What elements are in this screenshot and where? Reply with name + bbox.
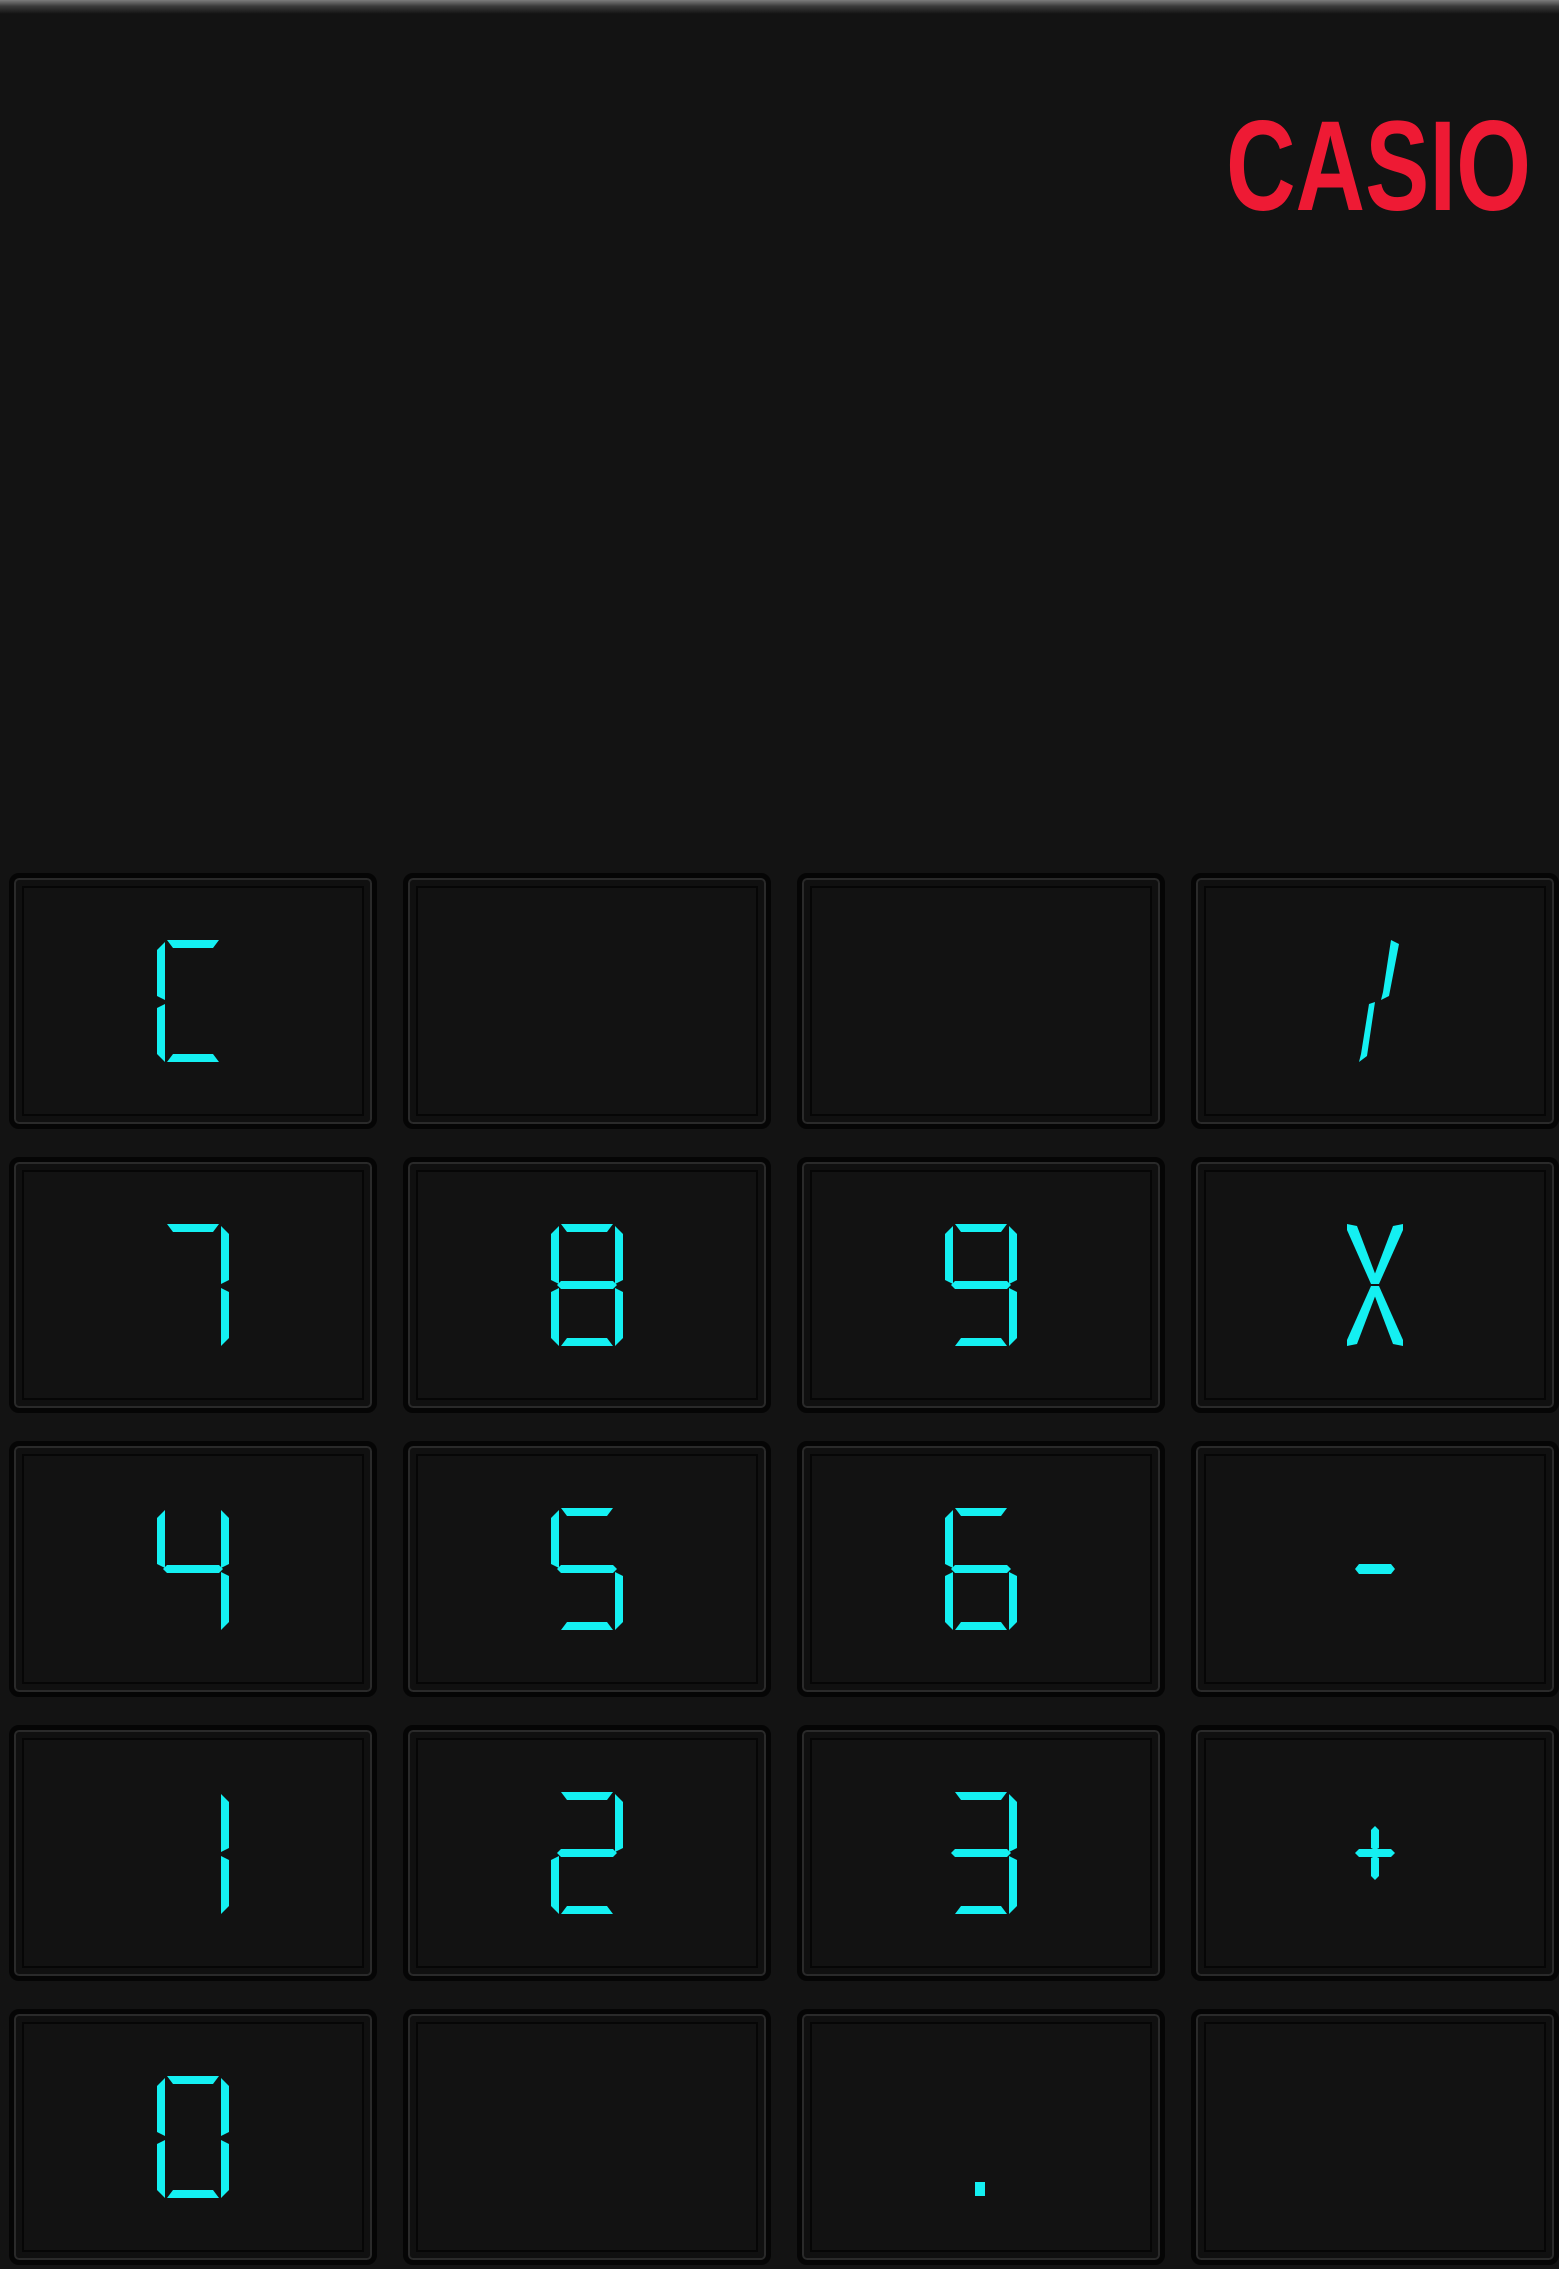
digit-2-button[interactable]: 2	[403, 1725, 771, 1981]
digit-7-button[interactable]: 7	[9, 1157, 377, 1413]
key-glyph	[941, 936, 1021, 1066]
key-label	[802, 878, 803, 879]
key-label: .	[802, 2014, 803, 2015]
divide-button[interactable]: /	[1191, 873, 1559, 1129]
digit-4-button[interactable]: 4	[9, 1441, 377, 1697]
key-label: /	[1196, 878, 1197, 879]
key-glyph	[153, 1504, 233, 1634]
digit-0-button[interactable]: 0	[9, 2009, 377, 2265]
key-label: 1	[14, 1730, 15, 1731]
subtract-button[interactable]: -	[1191, 1441, 1559, 1697]
key-label: +	[1196, 1730, 1197, 1731]
key-label: 9	[802, 1162, 803, 1163]
key-glyph	[547, 1504, 627, 1634]
blank-button-3[interactable]	[403, 2009, 771, 2265]
key-glyph	[547, 1220, 627, 1350]
digit-3-button[interactable]: 3	[797, 1725, 1165, 1981]
key-label: 2	[408, 1730, 409, 1731]
key-label: 6	[802, 1446, 803, 1447]
keypad: C / 7 8 9 X 4 5 6 - 1 2 3 +0.	[0, 0, 1559, 2269]
key-glyph	[941, 2072, 1021, 2202]
key-label: 3	[802, 1730, 803, 1731]
key-glyph	[941, 1220, 1021, 1350]
decimal-point-button[interactable]: .	[797, 2009, 1165, 2265]
key-glyph	[941, 1788, 1021, 1918]
blank-button-4[interactable]	[1191, 2009, 1559, 2265]
key-label	[408, 878, 409, 879]
blank-button-2[interactable]	[797, 873, 1165, 1129]
key-glyph	[941, 1504, 1021, 1634]
digit-6-button[interactable]: 6	[797, 1441, 1165, 1697]
key-label: 4	[14, 1446, 15, 1447]
key-glyph	[1335, 1504, 1415, 1634]
key-label: 5	[408, 1446, 409, 1447]
key-label: C	[14, 878, 15, 879]
key-glyph	[1335, 1788, 1415, 1918]
key-glyph	[1335, 936, 1415, 1066]
key-glyph	[1335, 2072, 1415, 2202]
digit-9-button[interactable]: 9	[797, 1157, 1165, 1413]
multiply-button[interactable]: X	[1191, 1157, 1559, 1413]
key-glyph	[153, 1220, 233, 1350]
key-label: 0	[14, 2014, 15, 2015]
blank-button-1[interactable]	[403, 873, 771, 1129]
key-glyph	[153, 1788, 233, 1918]
key-glyph	[547, 1788, 627, 1918]
key-label: -	[1196, 1446, 1197, 1447]
digit-8-button[interactable]: 8	[403, 1157, 771, 1413]
key-glyph	[1335, 1220, 1415, 1350]
key-label: 7	[14, 1162, 15, 1163]
key-label: X	[1196, 1162, 1197, 1163]
clear-button[interactable]: C	[9, 873, 377, 1129]
key-glyph	[547, 2072, 627, 2202]
key-glyph	[153, 2072, 233, 2202]
digit-5-button[interactable]: 5	[403, 1441, 771, 1697]
key-glyph	[547, 936, 627, 1066]
digit-1-button[interactable]: 1	[9, 1725, 377, 1981]
key-label	[1196, 2014, 1197, 2015]
key-label	[408, 2014, 409, 2015]
key-label: 8	[408, 1162, 409, 1163]
key-glyph	[153, 936, 233, 1066]
add-button[interactable]: +	[1191, 1725, 1559, 1981]
